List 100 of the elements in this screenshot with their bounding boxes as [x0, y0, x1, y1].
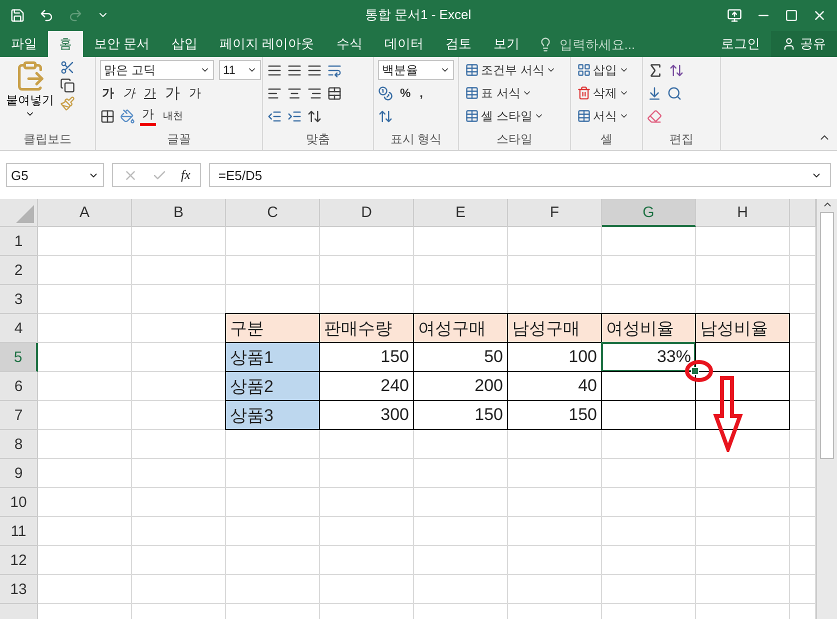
row-header[interactable]: 8	[0, 430, 38, 459]
column-header[interactable]: B	[132, 199, 226, 227]
borders-icon[interactable]	[100, 108, 115, 124]
row-header[interactable]: 10	[0, 488, 38, 517]
ribbon-tab[interactable]: 검토	[434, 31, 482, 57]
wrap-text-icon[interactable]	[327, 62, 342, 78]
percent-button[interactable]: %	[398, 83, 413, 103]
align-center-icon[interactable]	[287, 86, 302, 100]
group-label: 맞춤	[305, 131, 331, 148]
table-cell: 33%	[601, 342, 696, 372]
undo-icon[interactable]	[39, 8, 54, 22]
table-cell: 상품2	[225, 371, 320, 401]
sort-filter-icon[interactable]	[669, 62, 684, 78]
cells-button[interactable]: 삽입	[575, 60, 631, 80]
fill-down-icon[interactable]	[647, 86, 662, 100]
table-cell: 상품1	[225, 342, 320, 372]
grid-icon	[577, 63, 591, 77]
save-icon[interactable]	[10, 8, 25, 22]
merge-cells-icon[interactable]	[327, 86, 342, 100]
trash-icon	[577, 86, 591, 100]
font-color-button[interactable]: 가	[140, 106, 156, 126]
maximize-icon[interactable]	[785, 8, 798, 22]
row-header[interactable]: 3	[0, 285, 38, 314]
shrink-font-button[interactable]: 가	[187, 83, 203, 103]
italic-button[interactable]: 가	[121, 83, 137, 103]
column-header[interactable]: H	[696, 199, 790, 227]
scrollbar-thumb[interactable]	[820, 212, 834, 459]
share-button[interactable]: 공유	[771, 31, 837, 57]
window-title: 통합 문서1 - Excel	[364, 6, 472, 24]
number-format-field[interactable]: 백분율	[378, 60, 454, 80]
phonetic-button[interactable]: 내천	[161, 106, 185, 126]
table-cell: 상품3	[225, 400, 320, 430]
ribbon-tab[interactable]: 파일	[0, 31, 48, 57]
grow-font-button[interactable]: 가	[163, 83, 182, 103]
column-header[interactable]: G	[602, 199, 696, 227]
table-icon	[465, 86, 479, 100]
align-left-icon[interactable]	[267, 86, 282, 100]
column-header[interactable]: C	[226, 199, 320, 227]
cells-button[interactable]: 서식	[575, 106, 631, 126]
group-label: 클립보드	[22, 131, 72, 148]
row-header[interactable]: 13	[0, 575, 38, 604]
group-label: 편집	[668, 131, 694, 148]
row-header[interactable]: 12	[0, 546, 38, 575]
table-icon	[465, 63, 479, 77]
underline-button[interactable]: 가	[142, 83, 158, 103]
increase-indent-icon[interactable]	[287, 108, 302, 124]
ribbon-tab[interactable]: 보기	[482, 31, 530, 57]
ribbon-tab[interactable]: 데이터	[373, 31, 434, 57]
currency-icon[interactable]	[378, 86, 393, 100]
row-header[interactable]: 1	[0, 227, 38, 256]
column-header[interactable]: E	[414, 199, 508, 227]
group-label: 글꼴	[166, 131, 192, 148]
bold-button[interactable]: 가	[100, 83, 116, 103]
row-header[interactable]: 6	[0, 372, 38, 401]
fill-color-icon[interactable]	[120, 108, 135, 124]
scissors-icon[interactable]	[60, 60, 75, 75]
align-middle-icon[interactable]	[287, 62, 302, 78]
orientation-icon[interactable]	[307, 108, 322, 124]
align-right-icon[interactable]	[307, 86, 322, 100]
row-header[interactable]: 9	[0, 459, 38, 488]
ribbon-tab[interactable]: 홈	[48, 31, 83, 57]
row-header[interactable]: 5	[0, 343, 38, 372]
style-button[interactable]: 조건부 서식	[463, 60, 558, 80]
style-button[interactable]: 셀 스타일	[463, 106, 558, 126]
table-header-cell: 여성구매	[413, 313, 508, 343]
tell-me-field[interactable]: 입력하세요...	[557, 36, 662, 52]
fill-handle[interactable]	[691, 367, 699, 375]
row-header[interactable]: 11	[0, 517, 38, 546]
row-header[interactable]: 7	[0, 401, 38, 430]
style-button[interactable]: 표 서식	[463, 83, 558, 103]
align-bottom-icon[interactable]	[307, 62, 322, 78]
row-header[interactable]: 2	[0, 256, 38, 285]
formula-field[interactable]: =E5/D5	[209, 163, 831, 187]
table-header-cell: 여성비율	[601, 313, 696, 343]
insert-function-button[interactable]: fx	[181, 167, 190, 183]
ribbon-tab[interactable]: 보안 문서	[83, 31, 161, 57]
search-icon[interactable]	[667, 86, 682, 100]
column-header[interactable]: F	[508, 199, 602, 227]
ribbon-tab[interactable]: 페이지 레이아웃	[208, 31, 326, 57]
column-header[interactable]: D	[320, 199, 414, 227]
column-header[interactable]: A	[38, 199, 132, 227]
table-icon	[577, 109, 591, 123]
ribbon-display-icon[interactable]	[727, 8, 742, 22]
eraser-icon[interactable]	[647, 108, 662, 124]
font-size-field[interactable]: 11	[219, 60, 261, 80]
name-box[interactable]: G5	[6, 163, 104, 187]
copy-icon[interactable]	[60, 78, 75, 93]
align-top-icon[interactable]	[267, 62, 282, 78]
group-label: 스타일	[496, 131, 534, 148]
decrease-indent-icon[interactable]	[267, 108, 282, 124]
paste-button[interactable]: 붙여넣기	[4, 60, 56, 130]
ribbon-tab[interactable]: 수식	[325, 31, 374, 57]
row-header[interactable]: 4	[0, 314, 38, 343]
sign-in-button[interactable]: 로그인	[710, 31, 771, 57]
comma-button[interactable]: ,	[418, 83, 426, 103]
ribbon-tab[interactable]: 삽입	[160, 31, 209, 57]
cells-button[interactable]: 삭제	[575, 83, 631, 103]
font-name-field[interactable]: 맑은 고딕	[100, 60, 214, 80]
group-label: 셀	[600, 131, 614, 148]
person-icon	[782, 37, 796, 51]
